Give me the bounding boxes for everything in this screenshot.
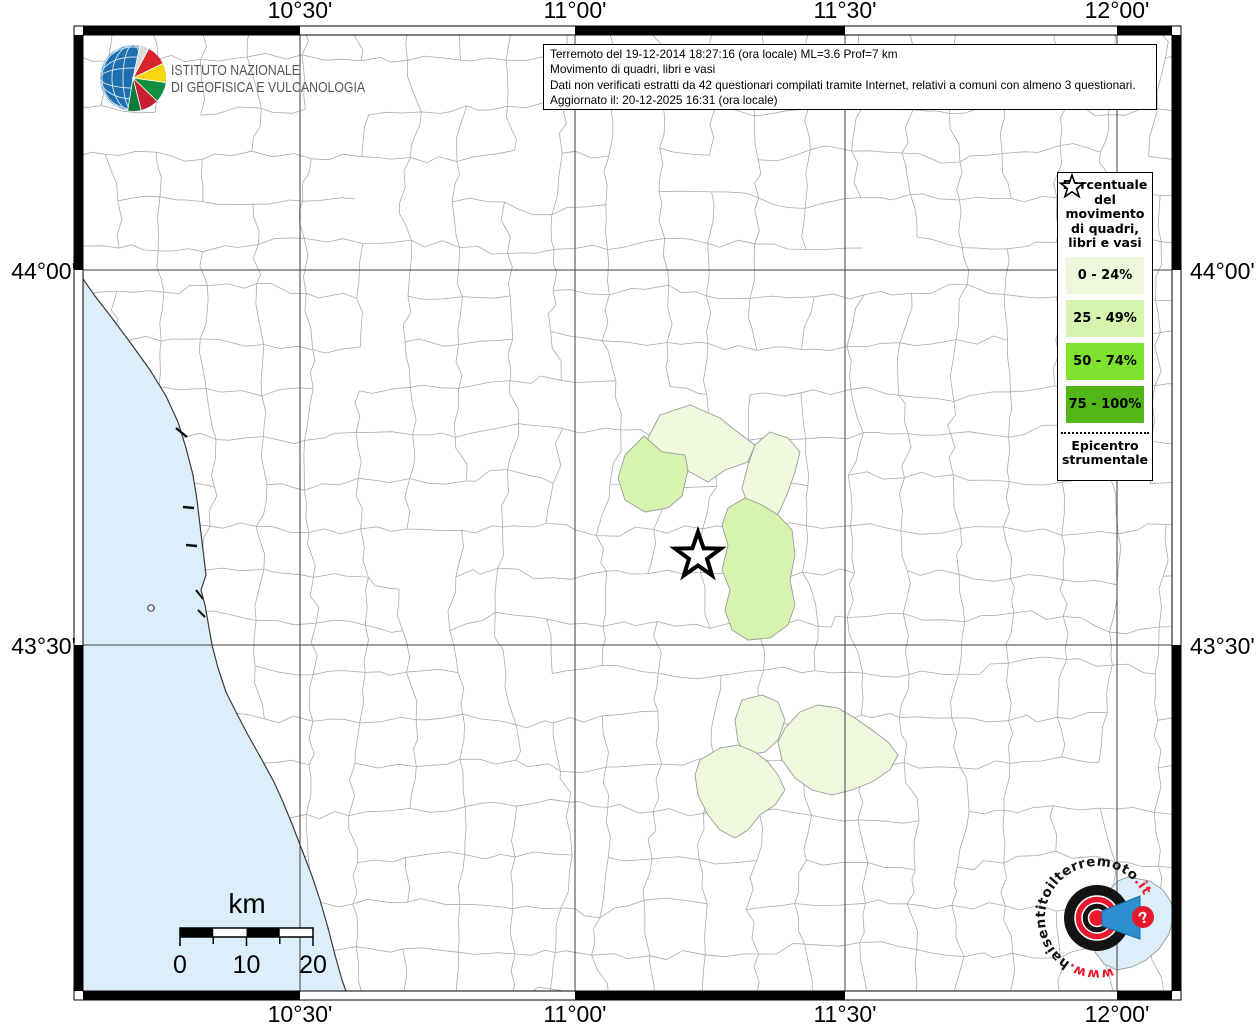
lon-tick-bottom-1100: 11°00' bbox=[543, 1001, 607, 1024]
epicenter-label: Epicentro strumentale bbox=[1061, 437, 1149, 467]
update-timestamp: Aggiornato il: 20-12-2025 16:31 (ora loc… bbox=[550, 93, 778, 108]
ingv-org-line2: DI GEOFISICA E VULCANOLOGIA bbox=[171, 79, 366, 96]
legend-class-label: 0 - 24% bbox=[1077, 267, 1133, 283]
legend-title-line: libri e vasi bbox=[1068, 235, 1142, 250]
legend-class-75-100: 75 - 100% bbox=[1066, 385, 1144, 423]
legend-class-50-74: 50 - 74% bbox=[1066, 342, 1144, 380]
scale-tick-0: 0 bbox=[173, 951, 187, 979]
lon-tick-bottom-1130: 11°30' bbox=[813, 1001, 877, 1024]
legend-class-label: 25 - 49% bbox=[1073, 310, 1137, 326]
map-canvas: km 0 10 20 ? www.haisentitoilterremoto.i… bbox=[73, 25, 1182, 1001]
legend-class-0-24: 0 - 24% bbox=[1066, 256, 1144, 294]
legend-box: Percentuale del movimento di quadri, lib… bbox=[1057, 172, 1153, 481]
islet bbox=[147, 604, 155, 612]
legend-title-line: movimento bbox=[1065, 206, 1145, 221]
lat-tick-right-4330: 43°30' bbox=[1190, 633, 1255, 659]
scale-tick-20: 20 bbox=[299, 951, 327, 979]
lon-tick-top-1030: 10°30' bbox=[267, 0, 333, 23]
lon-tick-bottom-1030: 10°30' bbox=[267, 1001, 333, 1024]
legend-class-label: 50 - 74% bbox=[1073, 353, 1137, 369]
ingv-org-line1: ISTITUTO NAZIONALE bbox=[171, 62, 300, 79]
earthquake-summary: Terremoto del 19-12-2014 18:27:16 (ora l… bbox=[550, 47, 898, 61]
lat-tick-left-4400: 44°00' bbox=[11, 258, 76, 284]
data-disclaimer: Dati non verificati estratti da 42 quest… bbox=[550, 77, 1136, 92]
lat-tick-right-4400: 44°00' bbox=[1190, 258, 1255, 284]
lon-tick-top-1100: 11°00' bbox=[543, 0, 607, 23]
legend-class-25-49: 25 - 49% bbox=[1066, 299, 1144, 337]
lat-tick-left-4330: 43°30' bbox=[11, 633, 76, 659]
lon-tick-bottom-1200: 12°00' bbox=[1084, 1001, 1150, 1024]
scale-tick-10: 10 bbox=[233, 951, 261, 979]
seismic-intensity-map-page: km 0 10 20 ? www.haisentitoilterremoto.i… bbox=[0, 0, 1256, 1024]
ingv-org-name: ISTITUTO NAZIONALE DI GEOFISICA E VULCAN… bbox=[171, 62, 365, 96]
effect-description: Movimento di quadri, libri e vasi bbox=[550, 62, 716, 77]
legend-separator bbox=[1061, 431, 1149, 434]
legend-class-label: 75 - 100% bbox=[1068, 396, 1142, 412]
legend-title-line: di quadri, bbox=[1070, 220, 1139, 236]
lon-tick-top-1130: 11°30' bbox=[813, 0, 877, 23]
lon-tick-top-1200: 12°00' bbox=[1084, 0, 1150, 23]
earthquake-info-box: Terremoto del 19-12-2014 18:27:16 (ora l… bbox=[543, 44, 1157, 110]
scale-unit-label: km bbox=[228, 888, 265, 919]
